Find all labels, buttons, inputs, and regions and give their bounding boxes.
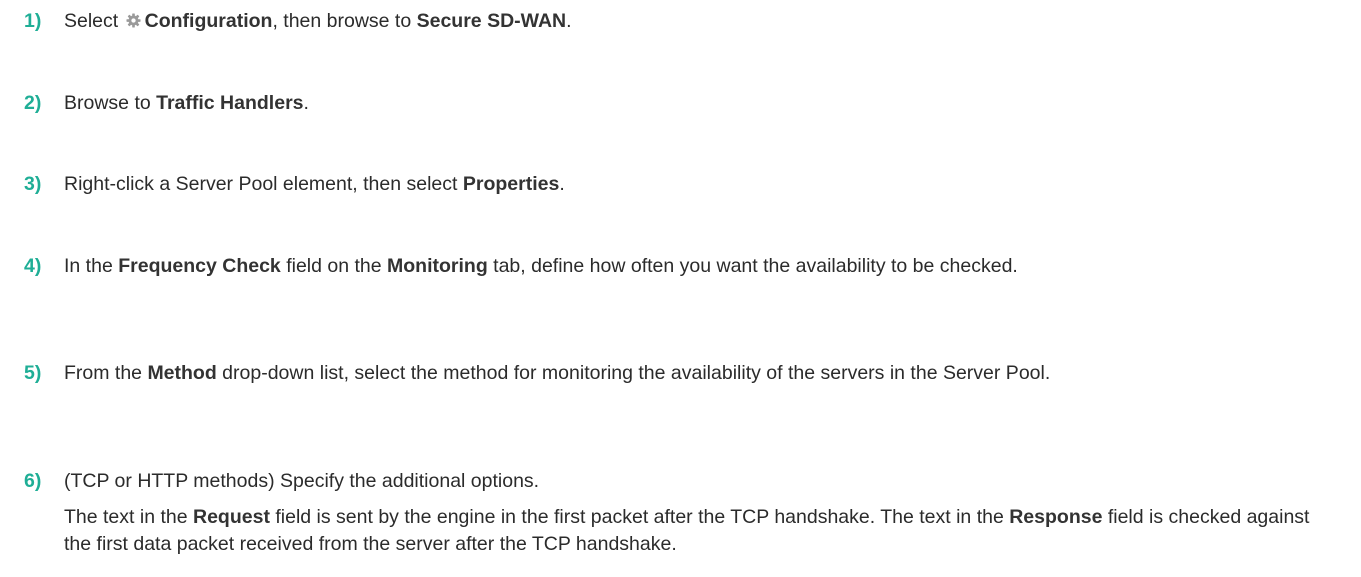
instruction-text: field on the [280, 255, 388, 277]
instruction-text: . [303, 92, 309, 114]
ui-term: Method [147, 362, 217, 384]
instruction-text: . [566, 10, 572, 32]
step-result-note: The text in the Request field is sent by… [64, 504, 1319, 558]
instruction-text: (TCP or HTTP methods) Specify the additi… [64, 470, 540, 492]
step-instruction: (TCP or HTTP methods) Specify the additi… [64, 468, 1319, 495]
instruction-text: tab, define how often you want the avail… [487, 255, 1018, 277]
instruction-text: , then browse to [272, 10, 417, 32]
step-text: Browse to Traffic Handlers. [64, 90, 1334, 117]
instruction-text: Select [64, 10, 124, 32]
ui-term: Properties [462, 173, 560, 195]
instruction-text: In the [64, 255, 119, 277]
instruction-text: The text in the [64, 506, 193, 528]
gear-icon [126, 13, 141, 28]
instruction-text: field is sent by the engine in the first… [269, 506, 1010, 528]
step-instruction: Right-click a Server Pool element, then … [64, 171, 1334, 198]
step-number: 5) [24, 362, 42, 384]
step-instruction: In the Frequency Check field on the Moni… [64, 253, 1154, 280]
step-text: Select Configuration, then browse to Sec… [64, 8, 1334, 35]
step-instruction: Browse to Traffic Handlers. [64, 90, 1334, 117]
ui-term: Response [1009, 506, 1103, 528]
ui-term: Configuration [144, 10, 273, 32]
procedure-steps: 1) Select Configuration, then browse to … [0, 0, 1361, 577]
step-number: 3) [24, 173, 42, 195]
ui-term: Request [193, 506, 270, 528]
step-text: Right-click a Server Pool element, then … [64, 171, 1334, 198]
instruction-text: Right-click a Server Pool element, then … [64, 173, 463, 195]
instruction-text: . [559, 173, 565, 195]
ui-term: Secure SD-WAN [416, 10, 567, 32]
instruction-text: drop-down list, select the method for mo… [216, 362, 1051, 384]
step-instruction: From the Method drop-down list, select t… [64, 360, 1354, 387]
step-number: 4) [24, 255, 42, 277]
instruction-text: From the [64, 362, 148, 384]
step-number: 1) [24, 10, 42, 32]
step-instruction: Select Configuration, then browse to Sec… [64, 8, 1334, 35]
instruction-text: Browse to [64, 92, 157, 114]
step-text: In the Frequency Check field on the Moni… [64, 253, 1154, 280]
ui-term: Traffic Handlers [156, 92, 304, 114]
ui-term: Frequency Check [118, 255, 281, 277]
step-text: (TCP or HTTP methods) Specify the additi… [64, 468, 1319, 558]
step-text: From the Method drop-down list, select t… [64, 360, 1354, 387]
step-number: 2) [24, 92, 42, 114]
step-number: 6) [24, 470, 42, 492]
ui-term: Monitoring [387, 255, 488, 277]
